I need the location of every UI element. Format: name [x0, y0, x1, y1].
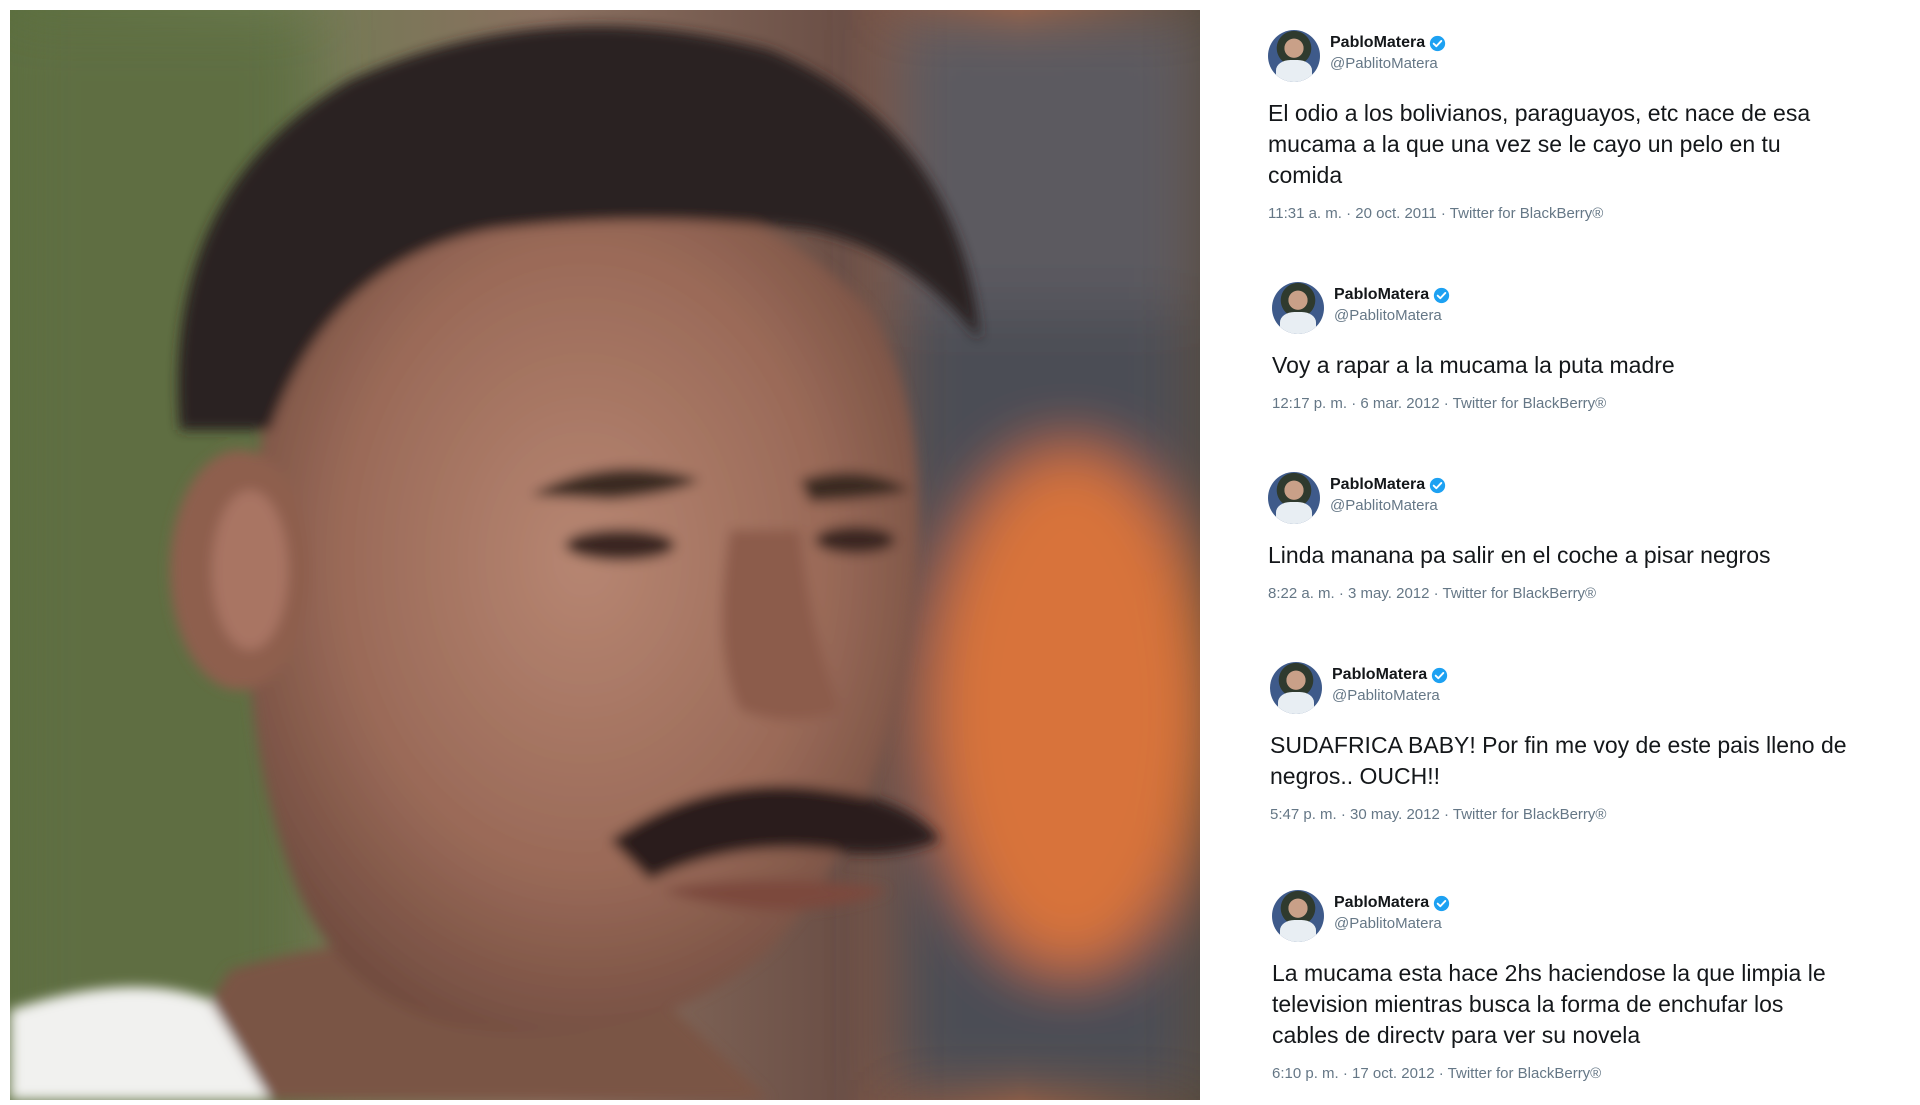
tweet-header: PabloMatera @PablitoMatera: [1272, 282, 1912, 334]
tweet-text: La mucama esta hace 2hs haciendose la qu…: [1272, 960, 1826, 1048]
tweet-text: SUDAFRICA BABY! Por fin me voy de este p…: [1270, 732, 1847, 789]
tweet-meta[interactable]: 5:47 p. m. · 30 may. 2012 · Twitter for …: [1270, 806, 1910, 823]
page: PabloMatera @PablitoMatera El odio a los…: [0, 0, 1920, 1105]
avatar[interactable]: [1272, 282, 1324, 334]
display-name[interactable]: PabloMatera: [1332, 666, 1427, 684]
handle[interactable]: @PablitoMatera: [1332, 687, 1440, 704]
avatar[interactable]: [1268, 472, 1320, 524]
avatar[interactable]: [1272, 890, 1324, 942]
name-row: PabloMatera: [1332, 666, 1448, 684]
portrait-photo: [10, 10, 1200, 1100]
display-name[interactable]: PabloMatera: [1330, 476, 1425, 494]
tweet-text: Voy a rapar a la mucama la puta madre: [1272, 352, 1675, 378]
name-row: PabloMatera: [1334, 894, 1450, 912]
tweet-meta[interactable]: 12:17 p. m. · 6 mar. 2012 · Twitter for …: [1272, 395, 1912, 412]
handle[interactable]: @PablitoMatera: [1330, 55, 1438, 72]
tweet-card: PabloMatera @PablitoMatera La mucama est…: [1272, 890, 1912, 1082]
name-row: PabloMatera: [1330, 34, 1446, 52]
tweet-text: Linda manana pa salir en el coche a pisa…: [1268, 542, 1771, 568]
avatar[interactable]: [1268, 30, 1320, 82]
avatar[interactable]: [1270, 662, 1322, 714]
tweet-meta[interactable]: 6:10 p. m. · 17 oct. 2012 · Twitter for …: [1272, 1065, 1912, 1082]
display-name[interactable]: PabloMatera: [1334, 286, 1429, 304]
verified-badge-icon: [1431, 667, 1448, 683]
verified-badge-icon: [1433, 895, 1450, 911]
tweet-header: PabloMatera @PablitoMatera: [1268, 30, 1908, 82]
tweet-card: PabloMatera @PablitoMatera Voy a rapar a…: [1272, 282, 1912, 412]
tweet-card: PabloMatera @PablitoMatera Linda manana …: [1268, 472, 1908, 602]
portrait-illustration: [10, 10, 1200, 1100]
display-name[interactable]: PabloMatera: [1334, 894, 1429, 912]
name-row: PabloMatera: [1330, 476, 1446, 494]
verified-badge-icon: [1433, 287, 1450, 303]
handle[interactable]: @PablitoMatera: [1334, 915, 1442, 932]
handle[interactable]: @PablitoMatera: [1334, 307, 1442, 324]
tweet-header: PabloMatera @PablitoMatera: [1272, 890, 1912, 942]
tweet-text: El odio a los bolivianos, paraguayos, et…: [1268, 100, 1811, 188]
display-name[interactable]: PabloMatera: [1330, 34, 1425, 52]
tweet-card: PabloMatera @PablitoMatera El odio a los…: [1268, 30, 1908, 222]
name-row: PabloMatera: [1334, 286, 1450, 304]
tweet-header: PabloMatera @PablitoMatera: [1268, 472, 1908, 524]
verified-badge-icon: [1429, 35, 1446, 51]
handle[interactable]: @PablitoMatera: [1330, 497, 1438, 514]
tweet-meta[interactable]: 11:31 a. m. · 20 oct. 2011 · Twitter for…: [1268, 205, 1908, 222]
tweet-header: PabloMatera @PablitoMatera: [1270, 662, 1910, 714]
tweet-card: PabloMatera @PablitoMatera SUDAFRICA BAB…: [1270, 662, 1910, 823]
verified-badge-icon: [1429, 477, 1446, 493]
tweet-meta[interactable]: 8:22 a. m. · 3 may. 2012 · Twitter for B…: [1268, 585, 1908, 602]
